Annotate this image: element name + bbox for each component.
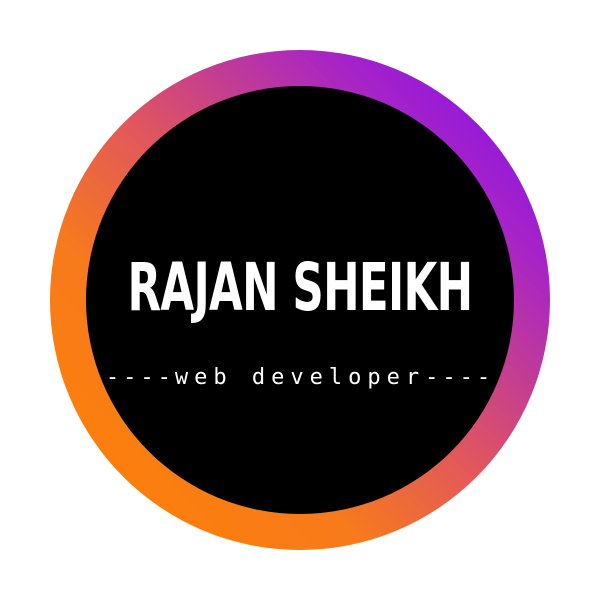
logo-tagline-row: ----web developer---- [0, 360, 600, 396]
tagline-right-dashes: ---- [425, 365, 495, 390]
logo-name: RAJAN SHEIKH [127, 249, 474, 326]
logo-tagline: web developer [174, 365, 426, 390]
logo-badge: RAJAN SHEIKH ----web developer---- [0, 0, 600, 600]
tagline-left-dashes: ---- [105, 365, 175, 390]
